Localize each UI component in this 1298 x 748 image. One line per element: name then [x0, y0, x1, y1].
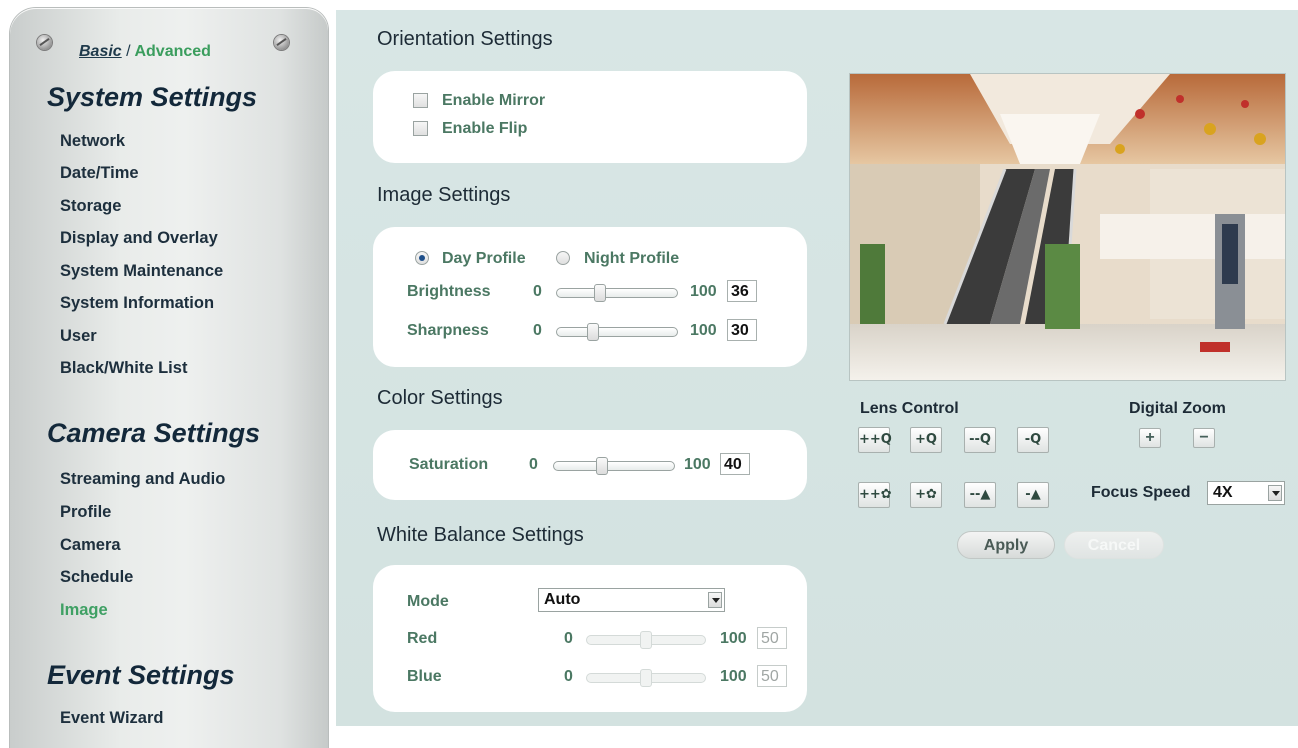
chevron-down-icon[interactable]: [708, 592, 722, 608]
flip-label: Enable Flip: [442, 120, 528, 137]
saturation-min: 0: [529, 456, 538, 473]
section-title-system: System Settings: [47, 82, 258, 112]
focus-speed-select[interactable]: 4X: [1207, 481, 1285, 505]
saturation-input[interactable]: 40: [720, 453, 750, 475]
flip-checkbox[interactable]: [413, 121, 428, 136]
day-profile-label: Day Profile: [442, 250, 526, 267]
sidebar-item-system-maintenance[interactable]: System Maintenance: [60, 262, 223, 281]
brightness-min: 0: [533, 283, 542, 300]
sharpness-min: 0: [533, 322, 542, 339]
apply-button[interactable]: Apply: [957, 531, 1055, 559]
orientation-heading: Orientation Settings: [377, 28, 553, 50]
mode-separator: /: [126, 43, 131, 60]
blue-label: Blue: [407, 668, 442, 685]
lens-control-title: Lens Control: [860, 400, 959, 417]
slider-handle[interactable]: [596, 457, 608, 475]
chevron-down-icon[interactable]: [1268, 485, 1282, 501]
red-max: 100: [720, 630, 747, 647]
screw-icon: [274, 35, 289, 50]
slider-handle: [640, 631, 652, 649]
white-balance-box: Mode Auto Red 0 100 50 Blue 0 100 50: [373, 565, 807, 712]
screw-icon: [37, 35, 52, 50]
section-title-camera: Camera Settings: [47, 418, 261, 448]
mode-switch: Basic / Advanced: [79, 43, 211, 61]
mirror-label: Enable Mirror: [442, 92, 546, 109]
brightness-input[interactable]: 36: [727, 280, 757, 302]
night-profile-radio[interactable]: [556, 251, 570, 265]
focus-speed-label: Focus Speed: [1091, 484, 1191, 501]
saturation-label: Saturation: [409, 456, 489, 473]
brightness-label: Brightness: [407, 283, 491, 300]
sidebar-item-camera[interactable]: Camera: [60, 536, 121, 555]
camera-image: [850, 74, 1285, 380]
sidebar-item-date-time[interactable]: Date/Time: [60, 164, 139, 183]
saturation-max: 100: [684, 456, 711, 473]
blue-max: 100: [720, 668, 747, 685]
sidebar-item-system-information[interactable]: System Information: [60, 294, 214, 313]
color-heading: Color Settings: [377, 387, 503, 409]
sidebar-item-black-white-list[interactable]: Black/White List: [60, 359, 187, 378]
section-title-event: Event Settings: [47, 660, 235, 690]
mirror-checkbox[interactable]: [413, 93, 428, 108]
focus-speed-value: 4X: [1213, 484, 1233, 501]
day-profile-radio[interactable]: [415, 251, 429, 265]
sidebar-item-image[interactable]: Image: [60, 601, 108, 620]
sidebar-item-network[interactable]: Network: [60, 132, 125, 151]
sidebar-item-storage[interactable]: Storage: [60, 197, 121, 216]
cancel-button: Cancel: [1064, 531, 1164, 559]
sidebar-item-display-overlay[interactable]: Display and Overlay: [60, 229, 218, 248]
sharpness-max: 100: [690, 322, 717, 339]
sidebar-item-schedule[interactable]: Schedule: [60, 568, 133, 587]
mode-label: Mode: [407, 593, 449, 610]
sidebar-item-streaming-audio[interactable]: Streaming and Audio: [60, 470, 225, 489]
slider-handle[interactable]: [587, 323, 599, 341]
focus-near-icon[interactable]: +✿: [910, 482, 942, 508]
digital-zoom-minus-button[interactable]: −: [1193, 428, 1215, 448]
red-min: 0: [564, 630, 573, 647]
zoom-out-fast-icon[interactable]: --Q: [964, 427, 996, 453]
digital-zoom-plus-button[interactable]: +: [1139, 428, 1161, 448]
sidebar-item-event-wizard[interactable]: Event Wizard: [60, 709, 163, 728]
orientation-box: Enable Mirror Enable Flip: [373, 71, 807, 163]
sidebar-item-profile[interactable]: Profile: [60, 503, 111, 522]
image-heading: Image Settings: [377, 184, 511, 206]
sharpness-label: Sharpness: [407, 322, 489, 339]
digital-zoom-title: Digital Zoom: [1129, 400, 1226, 417]
slider-handle: [640, 669, 652, 687]
slider-handle[interactable]: [594, 284, 607, 302]
red-input: 50: [757, 627, 787, 649]
focus-near-fast-icon[interactable]: ++✿: [858, 482, 892, 508]
advanced-mode-link[interactable]: Advanced: [134, 43, 210, 60]
zoom-in-fast-icon[interactable]: ++Q: [858, 427, 892, 453]
image-box: Day Profile Night Profile Brightness 0 1…: [373, 227, 807, 367]
sidebar-item-user[interactable]: User: [60, 327, 97, 346]
color-box: Saturation 0 100 40: [373, 430, 807, 500]
basic-mode-link[interactable]: Basic: [79, 43, 122, 60]
sidebar: Basic / Advanced System Settings Network…: [10, 8, 328, 748]
brightness-max: 100: [690, 283, 717, 300]
camera-preview: [849, 73, 1286, 381]
zoom-in-icon[interactable]: +Q: [910, 427, 942, 453]
red-label: Red: [407, 630, 438, 647]
focus-far-fast-icon[interactable]: --▲: [964, 482, 996, 508]
night-profile-label: Night Profile: [584, 250, 680, 267]
blue-min: 0: [564, 668, 573, 685]
zoom-out-icon[interactable]: -Q: [1017, 427, 1049, 453]
mode-select-value: Auto: [544, 591, 581, 608]
blue-input: 50: [757, 665, 787, 687]
sharpness-input[interactable]: 30: [727, 319, 757, 341]
focus-far-icon[interactable]: -▲: [1017, 482, 1049, 508]
white-balance-heading: White Balance Settings: [377, 524, 584, 546]
mode-select[interactable]: Auto: [538, 588, 725, 612]
